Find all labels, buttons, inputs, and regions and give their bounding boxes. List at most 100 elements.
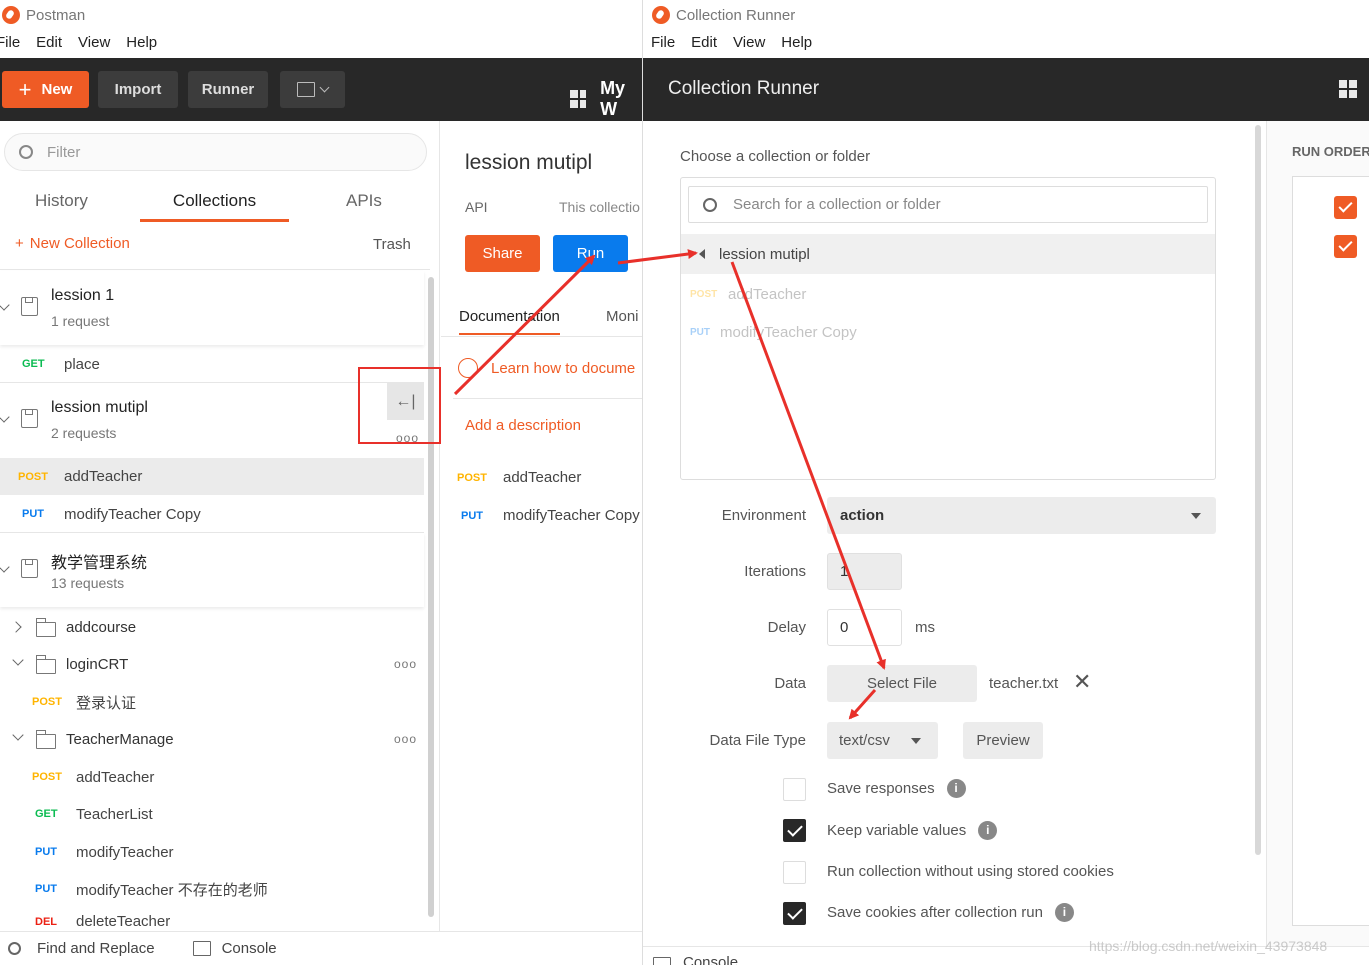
data-file-type-label: Data File Type — [709, 732, 806, 749]
runner-button-label: Runner — [201, 81, 255, 98]
more-options-icon[interactable]: ooo — [394, 657, 417, 671]
delay-input[interactable]: 0 — [827, 609, 902, 646]
choose-label: Choose a collection or folder — [680, 148, 871, 165]
folder-item[interactable]: TeacherManage ooo — [0, 725, 424, 755]
folder-item[interactable]: loginCRT ooo — [0, 650, 424, 680]
request-item[interactable]: POST addTeacher — [0, 762, 424, 792]
close-icon[interactable]: ✕ — [1073, 671, 1091, 693]
method-badge: PUT — [35, 846, 57, 858]
collection-detail-pane: lession mutipl API This collectio Share … — [441, 121, 642, 931]
collection-name: 教学管理系统 — [51, 555, 148, 572]
chevron-right-icon — [10, 621, 22, 633]
new-collection-button[interactable]: + New Collection — [15, 235, 130, 252]
plus-icon: + — [15, 235, 24, 252]
method-badge: PUT — [22, 508, 44, 520]
request-name: addTeacher — [76, 768, 155, 786]
add-description-link[interactable]: Add a description — [465, 417, 581, 434]
request-item[interactable]: PUT modifyTeacher — [0, 837, 424, 867]
request-item[interactable]: PUT modifyTeacher Copy — [461, 507, 642, 524]
request-name: addTeacher — [728, 286, 807, 303]
new-button[interactable]: + New — [2, 71, 89, 108]
request-item[interactable]: DEL deleteTeacher — [0, 913, 424, 931]
learn-docs-link[interactable]: Learn how to docume — [458, 358, 635, 378]
collection-name: lession 1 — [51, 287, 115, 304]
runner-button[interactable]: Runner — [188, 71, 268, 108]
info-icon[interactable]: i — [946, 779, 966, 798]
menu-bar: File Edit View Help — [0, 34, 638, 58]
folder-icon — [35, 655, 56, 674]
folder-item[interactable]: addcourse — [0, 613, 424, 643]
menu-edit[interactable]: Edit — [691, 34, 717, 58]
request-item[interactable]: POST addTeacher — [457, 469, 642, 486]
tab-history[interactable]: History — [35, 191, 88, 211]
run-button[interactable]: Run — [553, 235, 628, 272]
tab-documentation[interactable]: Documentation — [459, 308, 560, 335]
select-file-button[interactable]: Select File — [827, 665, 977, 702]
list-request-item: POST addTeacher — [690, 286, 806, 303]
tab-monitors[interactable]: Moni — [606, 308, 639, 325]
detail-title: lession mutipl — [465, 151, 593, 174]
menu-view[interactable]: View — [733, 34, 765, 58]
collection-name: lession mutipl — [51, 399, 148, 416]
request-item[interactable]: PUT modifyTeacher Copy — [0, 499, 424, 529]
console-label[interactable]: Console — [683, 954, 738, 965]
share-button[interactable]: Share — [465, 235, 540, 272]
delay-value: 0 — [840, 619, 849, 636]
preview-button[interactable]: Preview — [963, 722, 1043, 759]
collection-runner-window: Collection Runner File Edit View Help Co… — [642, 0, 1369, 965]
environment-select[interactable]: action — [827, 497, 1216, 534]
data-file-type-value: text/csv — [839, 732, 890, 749]
request-item[interactable]: GET TeacherList — [0, 799, 424, 829]
method-badge: PUT — [461, 509, 483, 522]
workspace-selector[interactable]: My W — [570, 78, 642, 120]
console-button[interactable]: Console — [192, 940, 277, 957]
menu-file[interactable]: File — [0, 34, 20, 58]
request-name: modifyTeacher Copy — [720, 324, 857, 341]
data-file-type-select[interactable]: text/csv — [827, 722, 938, 759]
request-item[interactable]: POST addTeacher — [0, 458, 424, 495]
grid-icon — [570, 90, 587, 108]
collection-item[interactable]: lession mutipl 2 requests — [0, 383, 386, 457]
iterations-input[interactable]: 1 — [827, 553, 902, 590]
collection-item[interactable]: lession 1 1 request — [0, 271, 424, 345]
filter-placeholder: Filter — [47, 143, 81, 161]
filter-input[interactable]: Filter — [4, 133, 427, 171]
workspace-label: My W — [600, 78, 626, 119]
tab-collections[interactable]: Collections — [140, 191, 289, 222]
grid-icon[interactable] — [1339, 80, 1357, 98]
import-button-label: Import — [114, 81, 162, 98]
more-options-icon[interactable]: ooo — [394, 732, 417, 746]
save-cookies-checkbox[interactable] — [783, 902, 806, 925]
collection-item[interactable]: 教学管理系统 13 requests — [0, 533, 424, 607]
selected-collection-row[interactable]: lession mutipl — [681, 234, 1215, 274]
keep-variable-values-checkbox[interactable] — [783, 819, 806, 842]
menu-file[interactable]: File — [651, 34, 675, 58]
run-order-checbox[interactable] — [1334, 235, 1357, 258]
menu-view[interactable]: View — [78, 34, 110, 58]
find-replace-button[interactable]: Find and Replace — [8, 940, 155, 957]
data-label: Data — [774, 675, 806, 692]
run-order-panel: RUN ORDER — [1266, 121, 1369, 946]
run-without-cookies-checkbox[interactable] — [783, 861, 806, 884]
environment-label: Environment — [721, 507, 806, 524]
new-collection-label: New Collection — [29, 235, 130, 252]
info-icon[interactable]: i — [978, 821, 998, 840]
panel-scrollbar[interactable] — [1255, 125, 1261, 855]
tab-apis[interactable]: APIs — [346, 191, 382, 211]
postman-logo-icon — [2, 6, 20, 24]
collection-search-input[interactable]: Search for a collection or folder — [688, 186, 1208, 223]
request-item[interactable]: POST 登录认证 — [0, 687, 424, 717]
menu-help[interactable]: Help — [126, 34, 157, 58]
request-item[interactable]: PUT modifyTeacher 不存在的老师 — [0, 874, 424, 904]
new-window-button[interactable] — [280, 71, 345, 108]
trash-button[interactable]: Trash — [373, 236, 411, 253]
save-responses-checkbox[interactable] — [783, 778, 806, 801]
menu-edit[interactable]: Edit — [36, 34, 62, 58]
import-button[interactable]: Import — [98, 71, 178, 108]
run-order-checkbox[interactable] — [1334, 196, 1357, 219]
info-icon[interactable]: i — [1054, 903, 1074, 922]
method-badge: POST — [690, 289, 718, 300]
title-bar: Postman — [0, 0, 642, 30]
run-button-label: Run — [576, 245, 605, 262]
menu-help[interactable]: Help — [781, 34, 812, 58]
